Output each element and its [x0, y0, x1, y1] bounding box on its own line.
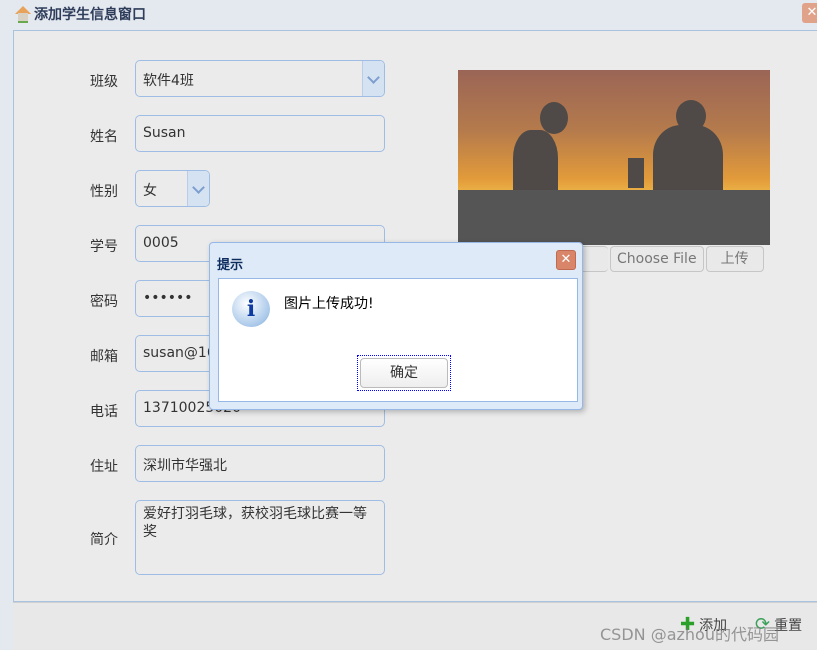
gender-value: 女	[143, 183, 157, 199]
chevron-down-icon[interactable]	[362, 61, 384, 96]
choose-file-button[interactable]: Choose File	[610, 246, 704, 272]
class-select[interactable]: 软件4班	[135, 60, 385, 97]
password-label: 密码	[90, 294, 118, 310]
student-id-label: 学号	[90, 239, 118, 255]
phone-label: 电话	[90, 404, 118, 420]
address-label: 住址	[90, 459, 118, 475]
dialog-message: 图片上传成功!	[284, 296, 374, 312]
class-value: 软件4班	[143, 73, 194, 89]
watermark: CSDN @azhou的代码园	[600, 625, 779, 644]
dialog-body: i 图片上传成功! 确定	[218, 278, 578, 402]
name-label: 姓名	[90, 129, 118, 145]
dialog-close-button[interactable]: ✕	[556, 250, 576, 270]
window-close-button[interactable]: ✕	[802, 3, 817, 23]
email-label: 邮箱	[90, 349, 118, 365]
ok-label: 确定	[360, 358, 448, 388]
window-title: 添加学生信息窗口	[34, 7, 146, 23]
gender-label: 性别	[90, 184, 118, 200]
name-input[interactable]: Susan	[135, 115, 385, 152]
dialog-title: 提示	[217, 258, 244, 273]
class-label: 班级	[90, 74, 118, 90]
student-photo	[458, 70, 770, 245]
home-icon	[14, 6, 32, 23]
file-upload-bar: Choose File 上传	[575, 246, 764, 272]
intro-label: 简介	[90, 532, 118, 548]
upload-button[interactable]: 上传	[705, 246, 764, 272]
ok-button[interactable]: 确定	[357, 355, 451, 391]
info-icon: i	[232, 291, 270, 327]
address-input[interactable]: 深圳市华强北	[135, 445, 385, 482]
message-dialog: 提示 ✕ i 图片上传成功! 确定	[209, 242, 583, 410]
intro-textarea[interactable]: 爱好打羽毛球，获校羽毛球比赛一等奖	[135, 500, 385, 575]
chevron-down-icon[interactable]	[187, 171, 209, 206]
gender-select[interactable]: 女	[135, 170, 210, 207]
window-title-bar: 添加学生信息窗口	[14, 4, 146, 24]
